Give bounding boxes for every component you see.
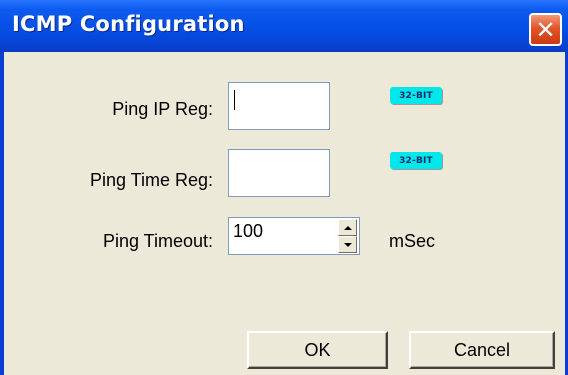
close-icon: ✕: [535, 15, 556, 44]
window-title: ICMP Configuration: [12, 12, 245, 36]
dialog-window: ICMP Configuration ✕ Ping IP Reg: 32-BIT…: [0, 0, 568, 375]
ping-ip-reg-32bit-badge: 32-BIT: [390, 87, 442, 104]
ok-button[interactable]: OK: [247, 331, 388, 369]
spin-down-button[interactable]: [338, 236, 357, 253]
ping-timeout-label: Ping Timeout:: [102, 231, 213, 251]
ping-ip-reg-label: Ping IP Reg:: [112, 99, 213, 119]
ping-time-reg-field[interactable]: [228, 149, 330, 197]
chevron-up-icon: [343, 225, 352, 230]
text-caret: [234, 90, 235, 110]
ping-time-reg-32bit-badge: 32-BIT: [390, 152, 442, 169]
ping-timeout-spinner: [338, 219, 357, 253]
cancel-button[interactable]: Cancel: [409, 331, 555, 369]
ping-timeout-spinbox[interactable]: 100: [228, 217, 360, 255]
ping-timeout-unit: mSec: [389, 231, 436, 251]
cancel-button-label: Cancel: [453, 339, 511, 360]
dialog-body: Ping IP Reg: 32-BIT Ping Time Reg: 32-BI…: [4, 52, 565, 375]
title-bar[interactable]: ICMP Configuration ✕: [0, 0, 568, 52]
ok-button-label: OK: [304, 339, 331, 360]
ping-time-reg-label: Ping Time Reg:: [89, 170, 213, 190]
close-button[interactable]: ✕: [529, 13, 562, 46]
ping-ip-reg-field[interactable]: [228, 82, 330, 130]
chevron-down-icon: [343, 242, 352, 247]
spin-up-button[interactable]: [338, 219, 357, 236]
ping-timeout-value: 100: [233, 221, 264, 241]
